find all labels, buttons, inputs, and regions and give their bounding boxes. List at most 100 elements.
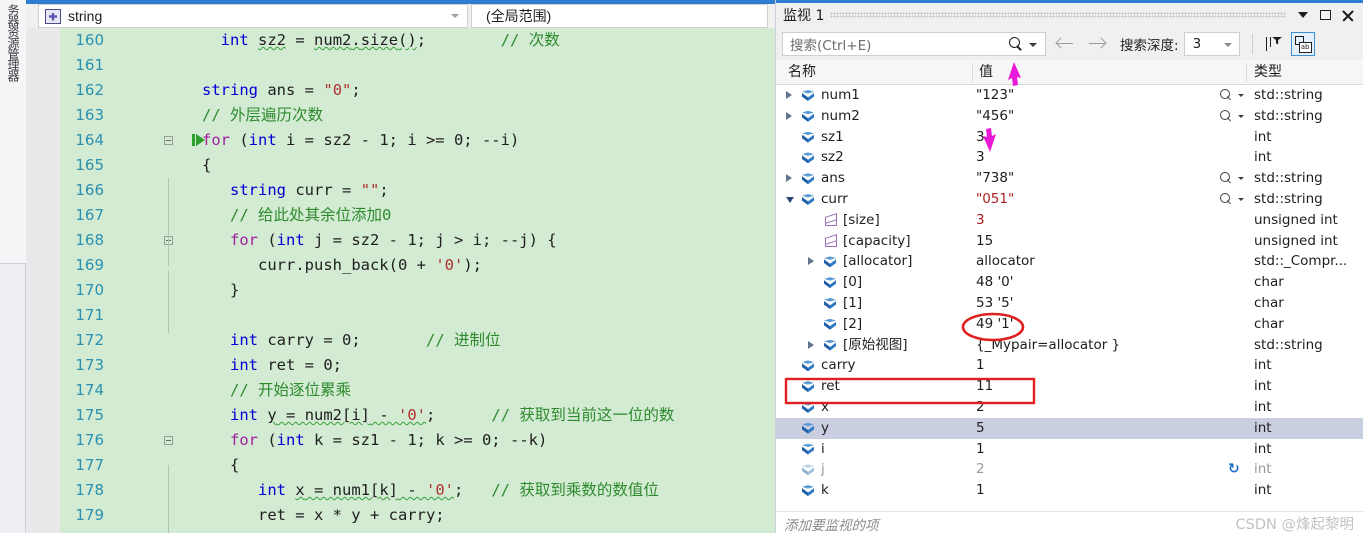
visualizer-chevron-down-icon[interactable] — [1238, 94, 1244, 97]
code-line[interactable]: 160 int sz2 = num2.size(); // 次数 — [26, 28, 775, 53]
watch-row[interactable]: [原始视图] {_Mypair=allocator } std::string — [776, 335, 1363, 356]
watch-footer-row[interactable]: 添加要监视的项 CSDN @烽起黎明 — [776, 511, 1363, 533]
code-line[interactable]: 174 // 开始逐位累乘 — [26, 378, 775, 403]
watch-row-value[interactable]: 1 — [976, 439, 985, 460]
visualizer-chevron-down-icon[interactable] — [1238, 114, 1244, 118]
code-line[interactable]: 175 int y = num2[i] - '0'; // 获取到当前这一位的数 — [26, 403, 775, 428]
line-number: 173 — [75, 356, 104, 374]
watch-row-value[interactable]: 48 '0' — [976, 272, 1013, 293]
type-scope-dropdown[interactable]: string — [38, 4, 468, 28]
watch-row-value[interactable]: 3 — [976, 210, 985, 231]
column-divider-1[interactable] — [972, 63, 973, 82]
watch-row[interactable]: [capacity] 15 unsigned int — [776, 231, 1363, 252]
watch-row-value[interactable]: 11 — [976, 376, 993, 397]
watch-row[interactable]: [size] 3 unsigned int — [776, 210, 1363, 231]
watch-row-value[interactable]: 53 '5' — [976, 293, 1013, 314]
hexadecimal-display-toggle[interactable]: ab — [1290, 31, 1315, 56]
watch-row[interactable]: ret 11 int — [776, 376, 1363, 397]
watch-row[interactable]: [2] 49 '1' char — [776, 314, 1363, 335]
watch-row-value[interactable]: 5 — [976, 418, 985, 439]
watch-row-value[interactable]: "456" — [976, 106, 1014, 127]
watch-row-value[interactable]: "051" — [976, 189, 1014, 210]
code-line[interactable]: 161 — [26, 53, 775, 78]
code-line[interactable]: 168 for (int j = sz2 - 1; j > i; --j) { — [26, 228, 775, 253]
watch-row[interactable]: [1] 53 '5' char — [776, 293, 1363, 314]
watch-row-value[interactable]: 1 — [976, 355, 985, 376]
code-line[interactable]: 178 int x = num1[k] - '0'; // 获取到乘数的数值位 — [26, 478, 775, 503]
watch-row[interactable]: y 5 int — [776, 417, 1363, 439]
search-previous-button[interactable] — [1052, 31, 1078, 57]
string-visualizer-icon[interactable] — [1220, 172, 1233, 185]
watch-rows-container[interactable]: num1 "123" std::string num2 "456" std::string… — [776, 85, 1363, 511]
code-line[interactable]: 177 { — [26, 453, 775, 478]
search-icon[interactable] — [1009, 36, 1023, 51]
watch-row[interactable]: num1 "123" std::string — [776, 85, 1363, 106]
expander-collapsed-icon[interactable] — [786, 111, 792, 120]
string-visualizer-icon[interactable] — [1220, 109, 1233, 123]
code-line[interactable]: 169 curr.push_back(0 + '0'); — [26, 253, 775, 278]
watch-row[interactable]: num2 "456" std::string — [776, 106, 1363, 127]
expander-expanded-icon[interactable] — [786, 196, 794, 203]
panel-close-button[interactable] — [1336, 4, 1358, 26]
string-visualizer-icon[interactable] — [1220, 192, 1233, 206]
expander-collapsed-icon[interactable] — [786, 91, 792, 99]
search-depth-dropdown[interactable]: 3 — [1183, 31, 1240, 56]
code-line[interactable]: 165 { — [26, 153, 775, 178]
code-line[interactable]: 176 for (int k = sz1 - 1; k >= 0; --k) — [26, 428, 775, 453]
string-visualizer-icon[interactable] — [1220, 89, 1233, 102]
panel-menu-button[interactable] — [1292, 4, 1314, 26]
member-scope-dropdown[interactable]: (全局范围) — [471, 4, 768, 28]
watch-row-value[interactable]: 3 — [976, 127, 985, 148]
code-line[interactable]: 166 string curr = ""; — [26, 178, 775, 203]
code-line[interactable]: 173 int ret = 0; — [26, 353, 775, 378]
variable-cube-icon — [802, 422, 814, 434]
watch-row[interactable]: j 2 ↻ int — [776, 459, 1363, 480]
column-header-value[interactable]: 值 — [979, 60, 993, 85]
watch-row-value[interactable]: allocator — [976, 251, 1035, 272]
watch-row[interactable]: ans "738" std::string — [776, 168, 1363, 189]
code-line[interactable]: 163 // 外层遍历次数 — [26, 103, 775, 128]
code-line[interactable]: 170 } — [26, 278, 775, 303]
watch-row[interactable]: [0] 48 '0' char — [776, 272, 1363, 293]
watch-row[interactable]: k 1 int — [776, 480, 1363, 501]
expander-collapsed-icon[interactable] — [786, 174, 792, 183]
refresh-icon[interactable]: ↻ — [1228, 462, 1242, 476]
code-line-text: // 开始逐位累乘 — [230, 381, 351, 399]
watch-row-value[interactable]: 15 — [976, 231, 993, 252]
column-divider-2[interactable] — [1246, 63, 1247, 82]
visualizer-chevron-down-icon[interactable] — [1238, 197, 1244, 201]
column-header-name[interactable]: 名称 — [788, 60, 816, 85]
watch-row[interactable]: [allocator] allocator std::_Compr... — [776, 251, 1363, 272]
visualizer-chevron-down-icon[interactable] — [1238, 177, 1244, 181]
watch-row-value[interactable]: 1 — [976, 480, 985, 501]
server-explorer-tab[interactable]: 务器资源管理器 — [0, 0, 26, 264]
expander-collapsed-icon[interactable] — [808, 340, 814, 349]
code-line[interactable]: 179 ret = x * y + carry; — [26, 503, 775, 528]
filter-pin-button[interactable] — [1265, 35, 1283, 53]
watch-row-value[interactable]: 2 — [976, 459, 985, 480]
watch-row[interactable]: x 2 int — [776, 397, 1363, 418]
panel-maximize-button[interactable] — [1314, 4, 1336, 26]
search-next-button[interactable] — [1084, 31, 1110, 57]
watch-row-value[interactable]: 49 '1' — [976, 314, 1013, 335]
watch-row-value[interactable]: 2 — [976, 397, 985, 418]
column-header-type[interactable]: 类型 — [1254, 60, 1282, 85]
watch-row-value[interactable]: "738" — [976, 168, 1014, 189]
code-line[interactable]: 164 for (int i = sz2 - 1; i >= 0; --i) — [26, 128, 775, 153]
watch-row[interactable]: sz2 3 int — [776, 147, 1363, 168]
watch-row-value[interactable]: {_Mypair=allocator } — [976, 335, 1120, 356]
code-line[interactable]: 162 string ans = "0"; — [26, 78, 775, 103]
code-line[interactable]: 172 int carry = 0; // 进制位 — [26, 328, 775, 353]
code-surface[interactable]: 160 int sz2 = num2.size(); // 次数 161 162 s… — [26, 28, 775, 533]
watch-row[interactable]: i 1 int — [776, 439, 1363, 460]
expander-collapsed-icon[interactable] — [808, 257, 814, 266]
search-input[interactable]: 搜索(Ctrl+E) — [782, 31, 1046, 56]
watch-row[interactable]: carry 1 int — [776, 355, 1363, 376]
watch-row-value[interactable]: 3 — [976, 147, 985, 168]
watch-row[interactable]: curr "051" std::string — [776, 189, 1363, 210]
code-line[interactable]: 167 // 给此处其余位添加0 — [26, 203, 775, 228]
code-line[interactable]: 171 — [26, 303, 775, 328]
watch-row[interactable]: sz1 3 int — [776, 127, 1363, 148]
watch-row-value[interactable]: "123" — [976, 85, 1014, 106]
search-options-chevron-icon[interactable] — [1029, 42, 1037, 47]
